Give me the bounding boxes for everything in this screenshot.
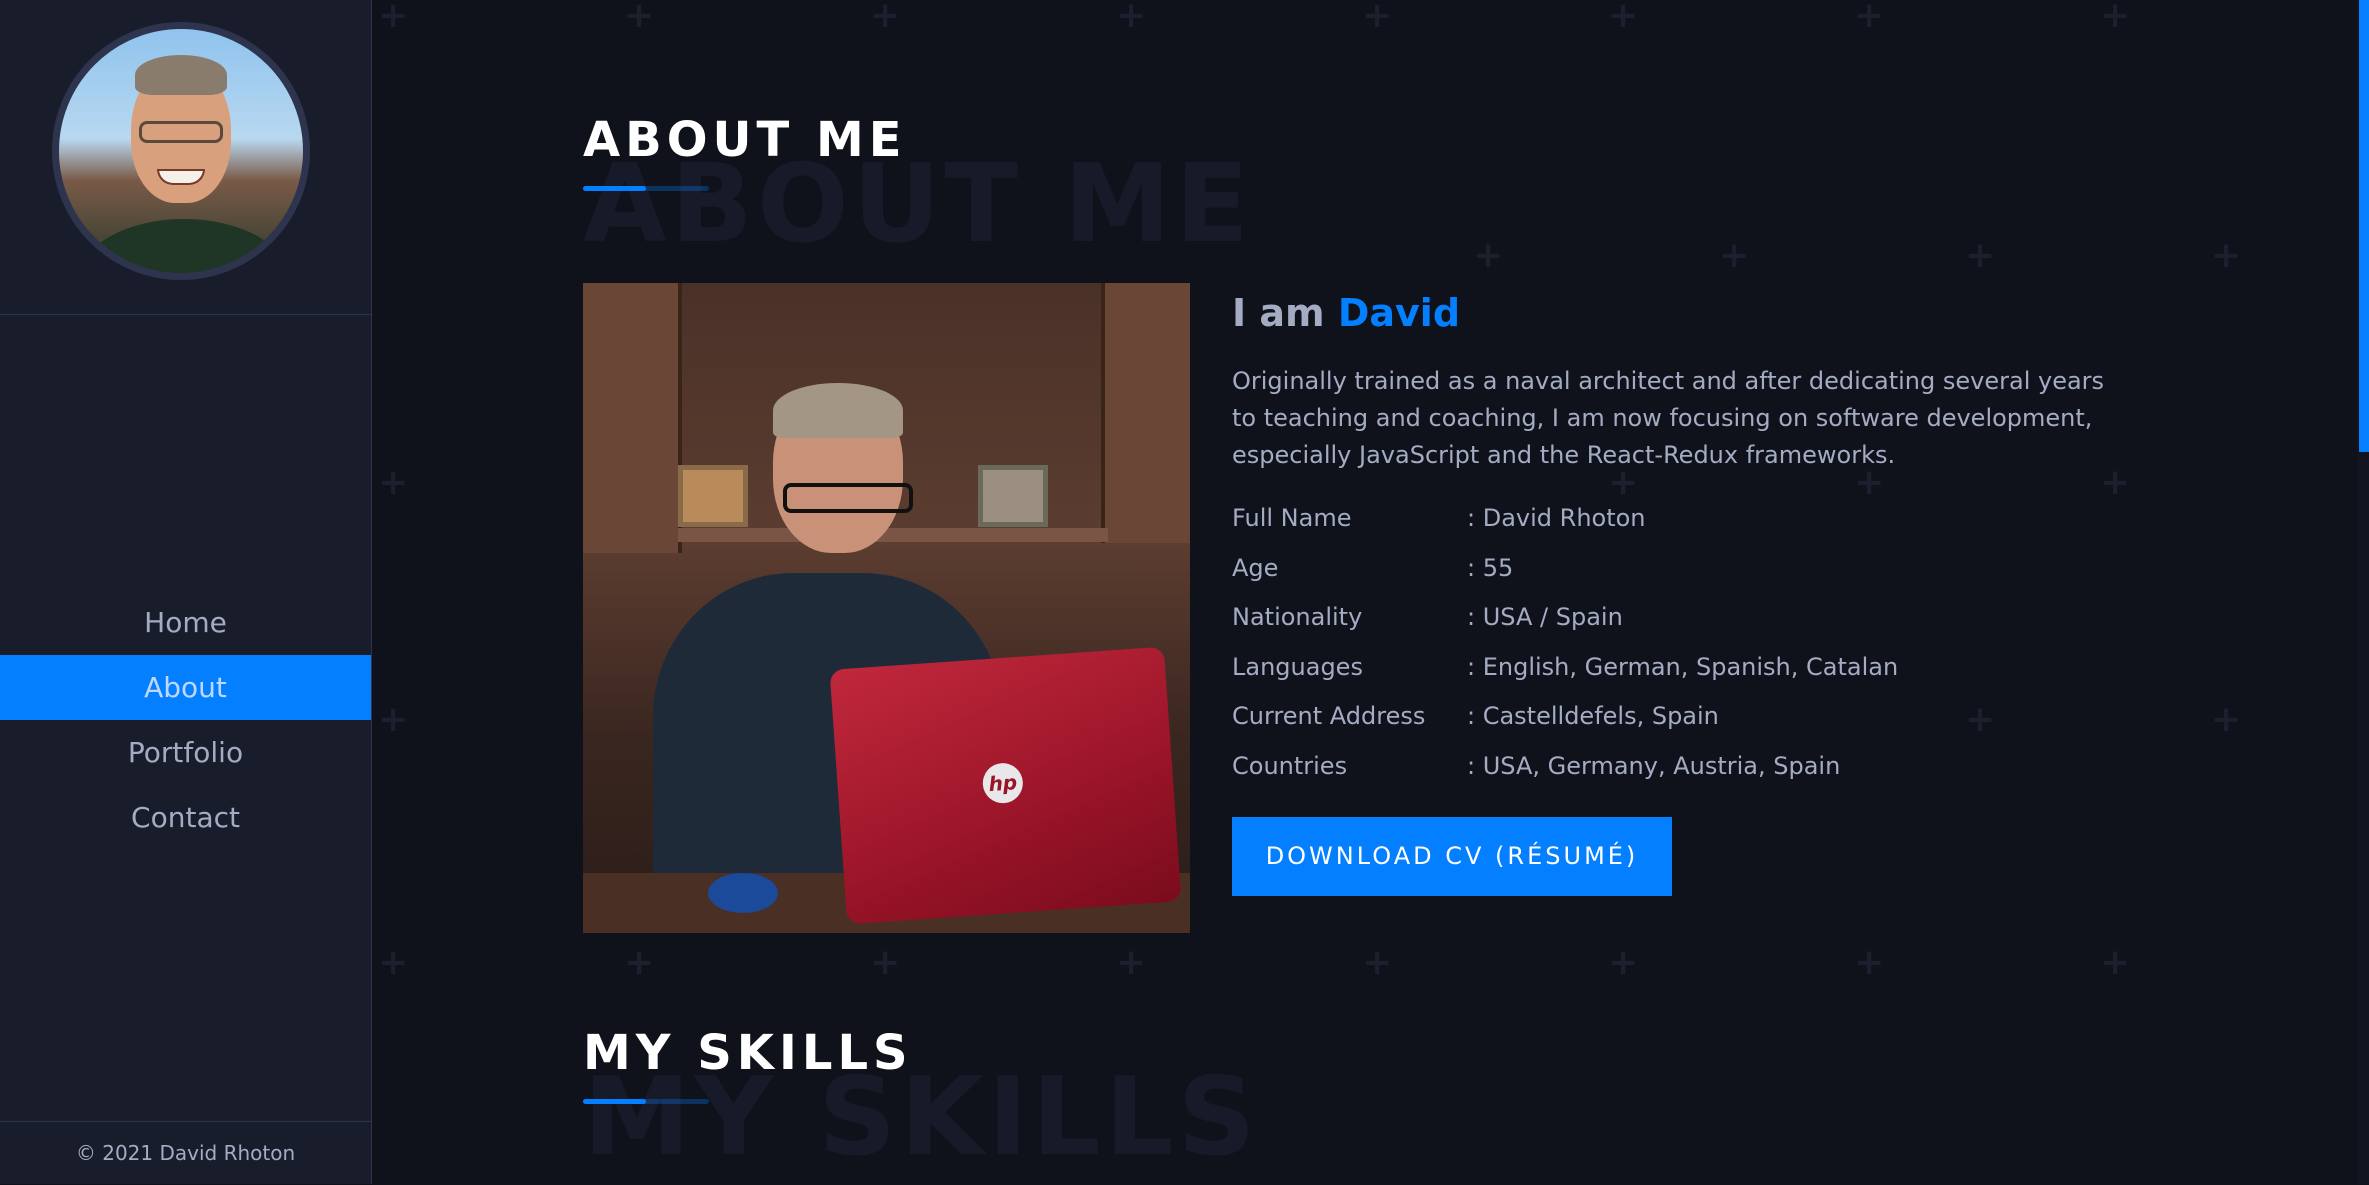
plus-decoration-icon: +	[624, 942, 655, 983]
hp-logo-icon: hp	[981, 761, 1025, 805]
laptop: hp	[829, 646, 1182, 925]
plus-decoration-icon: +	[1608, 0, 1639, 36]
greeting-prefix: I am	[1232, 291, 1325, 335]
copyright-footer: © 2021 David Rhoton	[0, 1121, 371, 1185]
sidebar: Home About Portfolio Contact © 2021 Davi…	[0, 0, 372, 1184]
fact-label: Age	[1232, 553, 1279, 582]
fact-value: : USA, Germany, Austria, Spain	[1467, 751, 1841, 780]
fact-value: : David Rhoton	[1467, 504, 1646, 532]
about-title: ABOUT ME	[583, 112, 907, 168]
main-content: + + + + + + + + + + + + + + + + + + + + …	[372, 0, 2369, 1184]
fact-row: Countries : USA, Germany, Austria, Spain	[1232, 742, 2132, 792]
plus-decoration-icon: +	[870, 942, 901, 983]
fact-label: Nationality	[1232, 603, 1363, 631]
nav-item-portfolio[interactable]: Portfolio	[0, 720, 371, 785]
plus-decoration-icon: +	[378, 0, 409, 36]
plus-decoration-icon: +	[2211, 235, 2242, 276]
plus-decoration-icon: +	[378, 462, 409, 503]
facts-list: Full Name : David Rhoton Age : 55 National…	[1232, 494, 2132, 791]
fact-label: Current Address	[1232, 702, 1426, 730]
skills-section-title: MY SKILLS MY SKILLS	[583, 1025, 1255, 1180]
plus-decoration-icon: +	[624, 0, 655, 36]
profile-section	[0, 0, 372, 315]
nav-item-about[interactable]: About	[0, 655, 371, 720]
plus-decoration-icon: +	[2100, 942, 2131, 983]
fact-value: : USA / Spain	[1467, 603, 1623, 631]
title-underline	[583, 1099, 709, 1104]
fact-row: Full Name : David Rhoton	[1232, 494, 2132, 544]
plus-decoration-icon: +	[2211, 699, 2242, 740]
about-info: I am David Originally trained as a naval…	[1232, 283, 2132, 791]
greeting: I am David	[1232, 283, 2132, 343]
plus-decoration-icon: +	[1116, 0, 1147, 36]
title-underline	[583, 186, 709, 191]
fact-value: : English, German, Spanish, Catalan	[1467, 652, 1899, 681]
plus-decoration-icon: +	[1854, 0, 1885, 36]
fact-label: Languages	[1232, 652, 1363, 681]
bio-text: Originally trained as a naval architect …	[1232, 367, 2105, 469]
plus-decoration-icon: +	[1473, 235, 1504, 276]
plus-decoration-icon: +	[2100, 0, 2131, 36]
nav-item-contact[interactable]: Contact	[0, 785, 371, 850]
plus-decoration-icon: +	[1608, 942, 1639, 983]
plus-decoration-icon: +	[378, 942, 409, 983]
fact-row: Nationality : USA / Spain	[1232, 593, 2132, 643]
fact-row: Age : 55	[1232, 544, 2132, 594]
fact-label: Full Name	[1232, 504, 1352, 532]
fact-row: Current Address : Castelldefels, Spain	[1232, 692, 2132, 742]
download-cv-button[interactable]: DOWNLOAD CV (RÉSUMÉ)	[1232, 817, 1672, 896]
main-nav: Home About Portfolio Contact	[0, 590, 371, 850]
fact-label: Countries	[1232, 751, 1348, 780]
greeting-name: David	[1337, 291, 1461, 335]
plus-decoration-icon: +	[870, 0, 901, 36]
plus-decoration-icon: +	[1116, 942, 1147, 983]
nav-item-home[interactable]: Home	[0, 590, 371, 655]
avatar	[52, 22, 310, 280]
scrollbar-thumb[interactable]	[2359, 0, 2369, 452]
plus-decoration-icon: +	[1854, 942, 1885, 983]
fact-value: : 55	[1467, 553, 1514, 582]
plus-decoration-icon: +	[1719, 235, 1750, 276]
about-photo: hp	[583, 283, 1190, 933]
plus-decoration-icon: +	[1965, 235, 1996, 276]
about-section-title: ABOUT ME ABOUT ME	[583, 112, 1249, 267]
fact-row: Languages : English, German, Spanish, Cat…	[1232, 643, 2132, 693]
plus-decoration-icon: +	[1362, 0, 1393, 36]
fact-value: : Castelldefels, Spain	[1467, 702, 1719, 730]
plus-decoration-icon: +	[378, 699, 409, 740]
page-scrollbar[interactable]	[2357, 0, 2369, 1184]
plus-decoration-icon: +	[1362, 942, 1393, 983]
skills-title: MY SKILLS	[583, 1025, 913, 1081]
